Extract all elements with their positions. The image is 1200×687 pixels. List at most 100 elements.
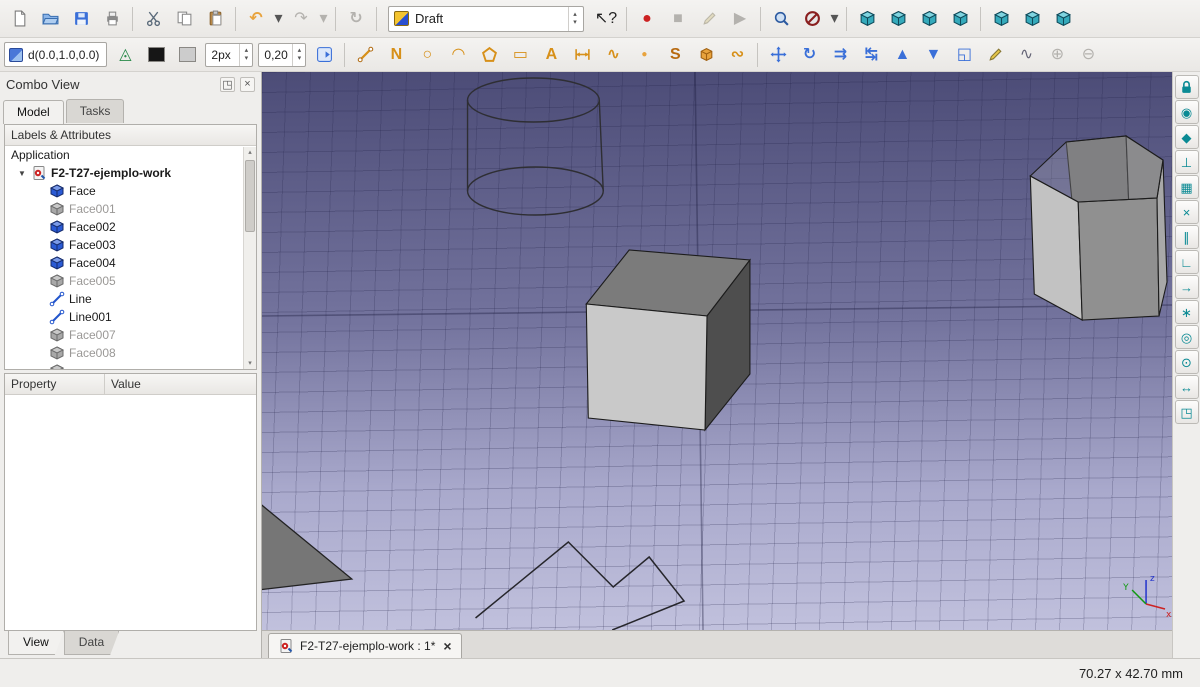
- tree-item-face003[interactable]: Face003: [5, 236, 256, 254]
- draw-style-menu-arrow[interactable]: ▾: [828, 5, 841, 32]
- tab-close-icon[interactable]: ×: [443, 638, 451, 654]
- line-color-swatch[interactable]: [141, 41, 171, 68]
- draft-add-point-button[interactable]: ⊕: [1042, 41, 1072, 68]
- draft-rotate-button[interactable]: ↻: [794, 41, 824, 68]
- macro-record-button[interactable]: ●: [632, 5, 662, 32]
- scroll-up-icon[interactable]: ▴: [244, 147, 256, 158]
- snap-endpoint-toggle[interactable]: ◉: [1175, 100, 1199, 124]
- tree-expand-icon[interactable]: ▼: [17, 169, 27, 178]
- tree-item-face[interactable]: Face: [5, 182, 256, 200]
- snap-working-plane-toggle[interactable]: ◳: [1175, 400, 1199, 424]
- view-bottom-button[interactable]: [1017, 5, 1047, 32]
- snap-perpendicular-toggle[interactable]: ⊥: [1175, 150, 1199, 174]
- hexagonal-prism[interactable]: [1030, 136, 1167, 320]
- macro-edit-button[interactable]: [694, 5, 724, 32]
- text-scale-spinner[interactable]: 0,20▴▾: [258, 43, 306, 67]
- draft-move-button[interactable]: [763, 41, 793, 68]
- cut-button[interactable]: [138, 5, 168, 32]
- snap-ortho-toggle[interactable]: ∟: [1175, 250, 1199, 274]
- redo-button[interactable]: ↷: [286, 5, 316, 32]
- copy-button[interactable]: [169, 5, 199, 32]
- 3d-viewport[interactable]: z Y x: [262, 72, 1172, 630]
- cube-solid[interactable]: [586, 250, 750, 430]
- spin-down-icon[interactable]: ▾: [240, 55, 252, 63]
- draft-delete-point-button[interactable]: ⊖: [1073, 41, 1103, 68]
- spin-up-icon[interactable]: ▴: [240, 47, 252, 55]
- macro-execute-button[interactable]: ▶: [725, 5, 755, 32]
- tree-scrollbar[interactable]: ▴ ▾: [243, 147, 256, 369]
- tree-item-face001[interactable]: Face001: [5, 200, 256, 218]
- snap-grid-toggle[interactable]: ▦: [1175, 175, 1199, 199]
- view-top-button[interactable]: [914, 5, 944, 32]
- spin-down-icon[interactable]: ▾: [293, 55, 305, 63]
- draft-wire-to-bspline-button[interactable]: ∿: [1011, 41, 1041, 68]
- apply-style-button[interactable]: [309, 41, 339, 68]
- draft-line-button[interactable]: [350, 41, 380, 68]
- tab-model[interactable]: Model: [3, 100, 64, 124]
- open-document-button[interactable]: [35, 5, 65, 32]
- refresh-button[interactable]: ↻: [341, 5, 371, 32]
- view-right-button[interactable]: [945, 5, 975, 32]
- draft-wire-button[interactable]: N: [381, 41, 411, 68]
- draft-upgrade-button[interactable]: ▲: [887, 41, 917, 68]
- scrollbar-thumb[interactable]: [245, 160, 255, 232]
- undo-menu-arrow[interactable]: ▾: [272, 5, 285, 32]
- document-tab[interactable]: F2-T27-ejemplo-work : 1* ×: [268, 633, 462, 658]
- print-button[interactable]: [97, 5, 127, 32]
- snap-parallel-toggle[interactable]: ∥: [1175, 225, 1199, 249]
- whats-this-button[interactable]: ↖?: [591, 5, 621, 32]
- new-document-button[interactable]: [4, 5, 34, 32]
- draft-arc-button[interactable]: ◠: [443, 41, 473, 68]
- spin-up-icon[interactable]: ▴: [293, 47, 305, 55]
- scroll-down-icon[interactable]: ▾: [244, 358, 256, 369]
- draft-facebinder-button[interactable]: [691, 41, 721, 68]
- draft-polygon-button[interactable]: [474, 41, 504, 68]
- tab-tasks[interactable]: Tasks: [66, 99, 125, 123]
- view-left-button[interactable]: [1048, 5, 1078, 32]
- workbench-selector[interactable]: Draft▴▾: [388, 6, 584, 32]
- draft-bspline-button[interactable]: ∿: [598, 41, 628, 68]
- cylinder-wireframe[interactable]: [468, 78, 604, 215]
- snap-special-toggle[interactable]: ∗: [1175, 300, 1199, 324]
- tree-item-face004[interactable]: Face004: [5, 254, 256, 272]
- draft-rectangle-button[interactable]: ▭: [505, 41, 535, 68]
- save-document-button[interactable]: [66, 5, 96, 32]
- tree-item-face005[interactable]: Face005: [5, 272, 256, 290]
- view-isometric-button[interactable]: [852, 5, 882, 32]
- tree-item-line[interactable]: Line: [5, 290, 256, 308]
- macro-stop-button[interactable]: ■: [663, 5, 693, 32]
- draft-point-button[interactable]: ●: [629, 41, 659, 68]
- draft-bezcurve-button[interactable]: ∾: [722, 41, 752, 68]
- working-plane-indicator[interactable]: d(0.0,1.0,0.0): [4, 42, 107, 67]
- view-fit-all-button[interactable]: [766, 5, 796, 32]
- triangle-solid[interactable]: [262, 502, 352, 590]
- draft-scale-button[interactable]: ◱: [949, 41, 979, 68]
- draft-text-button[interactable]: A: [536, 41, 566, 68]
- snap-dimensions-toggle[interactable]: ↔: [1175, 375, 1199, 399]
- draft-downgrade-button[interactable]: ▼: [918, 41, 948, 68]
- tree-item-face002[interactable]: Face002: [5, 218, 256, 236]
- snap-extension-toggle[interactable]: →: [1175, 275, 1199, 299]
- snap-intersection-toggle[interactable]: ×: [1175, 200, 1199, 224]
- float-panel-icon[interactable]: ◳: [220, 77, 235, 92]
- tab-data[interactable]: Data: [64, 631, 119, 655]
- draft-edit-button[interactable]: [980, 41, 1010, 68]
- undo-button[interactable]: ↶: [241, 5, 271, 32]
- draw-style-button[interactable]: [797, 5, 827, 32]
- tree-item-document[interactable]: ▼F2-T27-ejemplo-work: [5, 164, 256, 182]
- draft-circle-button[interactable]: ○: [412, 41, 442, 68]
- combo-down-icon[interactable]: ▾: [569, 19, 581, 27]
- construction-mode-toggle[interactable]: ◬: [110, 41, 140, 68]
- close-panel-icon[interactable]: ×: [240, 77, 255, 92]
- view-front-button[interactable]: [883, 5, 913, 32]
- draft-trimex-button[interactable]: ↹: [856, 41, 886, 68]
- snap-center-toggle[interactable]: ⊙: [1175, 350, 1199, 374]
- tree-item-application[interactable]: Application: [5, 146, 256, 164]
- redo-menu-arrow[interactable]: ▾: [317, 5, 330, 32]
- snap-near-toggle[interactable]: ◎: [1175, 325, 1199, 349]
- draft-dimension-button[interactable]: [567, 41, 597, 68]
- draft-shapestring-button[interactable]: S: [660, 41, 690, 68]
- zigzag-wire[interactable]: [476, 542, 685, 630]
- tree-item-line001[interactable]: Line001: [5, 308, 256, 326]
- face-color-swatch[interactable]: [172, 41, 202, 68]
